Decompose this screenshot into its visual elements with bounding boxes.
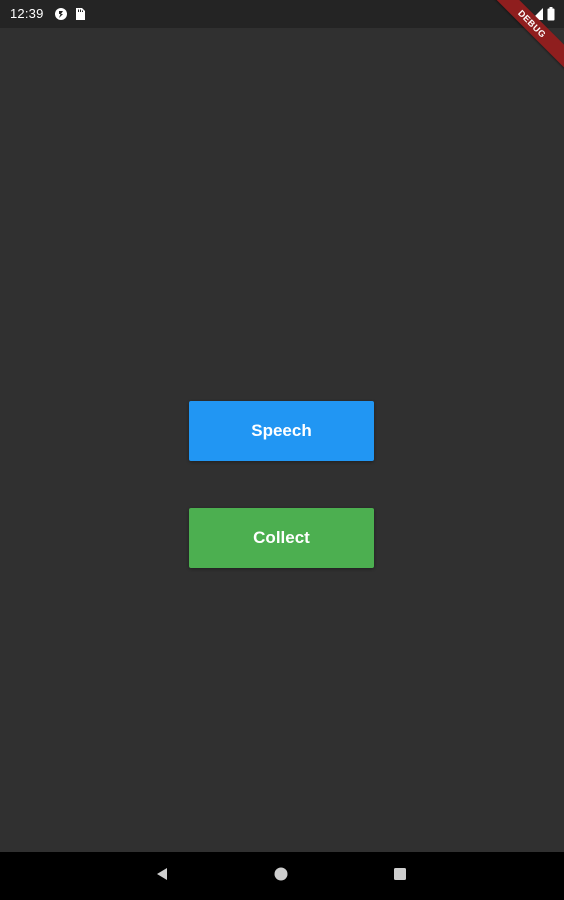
app-notification-icon: [54, 7, 68, 21]
app-screen: 12:39 DEBUG Speech Collect: [0, 0, 564, 900]
status-bar: 12:39: [0, 0, 564, 28]
recents-button[interactable]: [390, 866, 410, 886]
speech-button[interactable]: Speech: [189, 401, 374, 461]
collect-button[interactable]: Collect: [189, 508, 374, 568]
sd-card-icon: [73, 7, 87, 21]
home-icon: [273, 866, 289, 887]
back-icon: [154, 866, 170, 887]
back-button[interactable]: [152, 866, 172, 886]
recents-icon: [392, 866, 408, 887]
wifi-icon: [512, 7, 526, 21]
signal-icon: [530, 7, 544, 21]
navigation-bar: [0, 852, 564, 900]
battery-icon: [546, 7, 560, 21]
status-time: 12:39: [10, 6, 44, 21]
home-button[interactable]: [271, 866, 291, 886]
